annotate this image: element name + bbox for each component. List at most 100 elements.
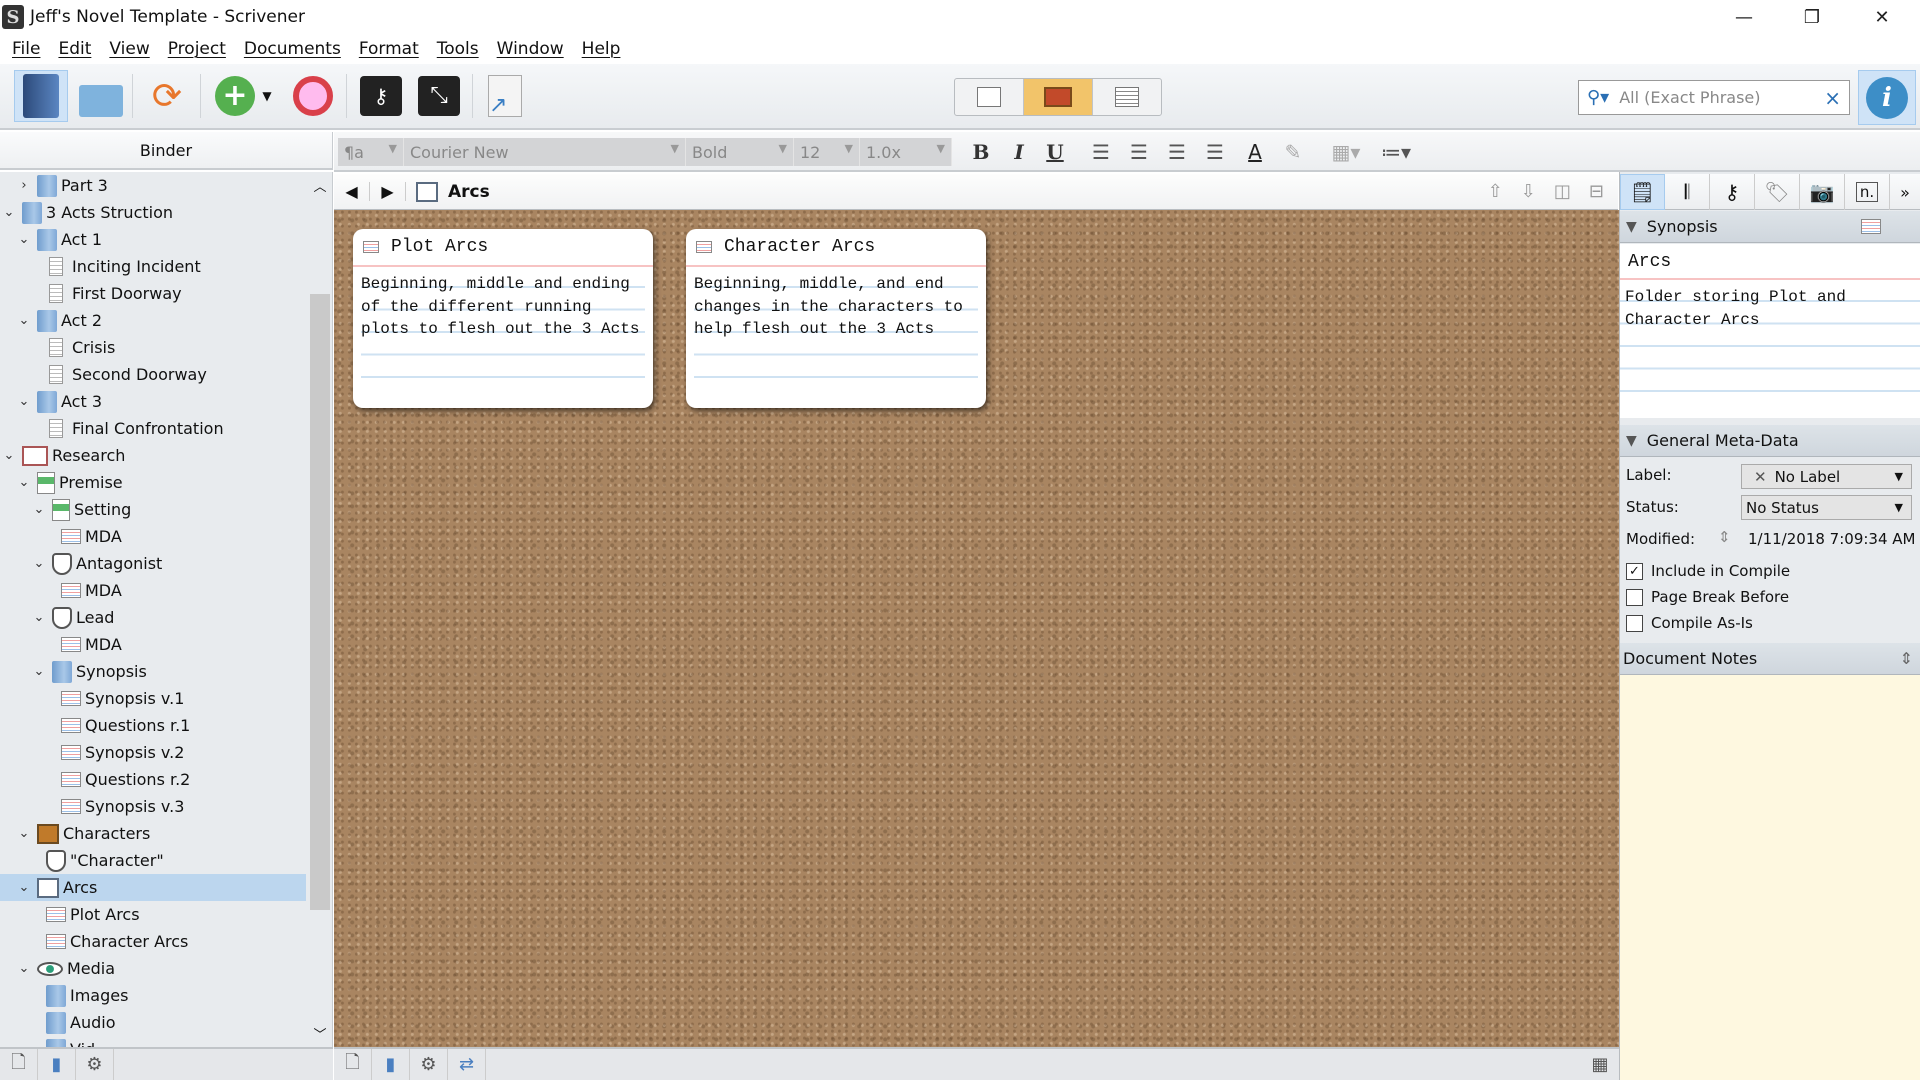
scroll-down-icon[interactable]: ﹀ [308, 1024, 332, 1043]
list-button[interactable]: ≔▾ [1374, 138, 1418, 166]
document-notes-editor[interactable] [1620, 675, 1920, 1080]
menu-help[interactable]: Help [576, 39, 633, 59]
index-card[interactable]: Plot Arcs Beginning, middle and ending o… [353, 229, 653, 408]
synopsis-text[interactable]: Folder storing Plot and Character Arcs [1620, 280, 1920, 410]
general-metadata-header[interactable]: ▼ General Meta-Data [1620, 425, 1920, 457]
binder-item[interactable]: Crisis [0, 334, 306, 361]
composition-mode-button[interactable]: ⤡ [412, 70, 466, 122]
binder-item[interactable]: Vid [0, 1036, 306, 1047]
add-document-button[interactable]: 🗋 [0, 1049, 38, 1080]
comments-tab[interactable]: n. [1845, 174, 1890, 210]
binder-item[interactable]: › Part 3 [0, 172, 306, 199]
restore-button[interactable]: ❐ [1778, 0, 1846, 34]
binder-item[interactable]: ⌄ Act 2 [0, 307, 306, 334]
notes-tab[interactable]: 🗒 [1620, 174, 1665, 210]
font-weight-select[interactable]: Bold ▼ [686, 138, 794, 166]
binder-item[interactable]: ⌄ Lead [0, 604, 306, 631]
binder-item[interactable]: ⌄ Premise [0, 469, 306, 496]
binder-item[interactable]: Audio [0, 1009, 306, 1036]
references-tab[interactable]: 𝄃 [1665, 174, 1710, 210]
checkbox-row[interactable]: Compile As-Is [1626, 614, 1753, 632]
card-icon[interactable] [1861, 219, 1881, 234]
checkbox[interactable]: ✓ [1626, 562, 1643, 580]
highlight-button[interactable]: ✎ [1276, 138, 1310, 166]
settings-button[interactable]: ⚙ [76, 1049, 114, 1080]
text-color-button[interactable]: A [1238, 138, 1272, 166]
align-right-button[interactable]: ☰ [1198, 138, 1232, 166]
compile-button[interactable]: ↗ [478, 70, 532, 122]
binder-item[interactable]: Synopsis v.2 [0, 739, 306, 766]
binder-item[interactable]: ⌄ Act 3 [0, 388, 306, 415]
add-folder-button[interactable]: ▮ [38, 1049, 76, 1080]
chevron-down-icon[interactable]: ⌄ [17, 961, 31, 976]
split-vertical-icon[interactable]: ◫ [1554, 181, 1571, 202]
synopsis-card[interactable]: Arcs Folder storing Plot and Character A… [1620, 244, 1920, 418]
binder-item[interactable]: MDA [0, 577, 306, 604]
binder-item[interactable]: Plot Arcs [0, 901, 306, 928]
up-arrow-icon[interactable]: ⇧ [1488, 181, 1503, 202]
chevron-down-icon[interactable]: ⌄ [32, 502, 46, 517]
binder-item[interactable]: ⌄ Arcs [0, 874, 306, 901]
chevron-down-icon[interactable]: ⌄ [32, 610, 46, 625]
chevron-down-icon[interactable]: ⌄ [2, 448, 16, 463]
index-card[interactable]: Character Arcs Beginning, middle, and en… [686, 229, 986, 408]
menu-edit[interactable]: Edit [52, 39, 103, 59]
snapshots-tab[interactable]: 📷 [1800, 174, 1845, 210]
italic-button[interactable]: I [1002, 138, 1036, 166]
checkbox[interactable] [1626, 614, 1643, 632]
binder-item[interactable]: MDA [0, 523, 306, 550]
scrivenings-view-button[interactable] [955, 79, 1024, 115]
line-spacing-select[interactable]: 1.0x ▼ [860, 138, 952, 166]
close-button[interactable]: ✕ [1848, 0, 1916, 34]
binder-item[interactable]: Questions r.2 [0, 766, 306, 793]
clear-search-icon[interactable]: × [1824, 86, 1841, 110]
checkbox-row[interactable]: ✓ Include in Compile [1626, 562, 1790, 580]
down-arrow-icon[interactable]: ⇩ [1521, 181, 1536, 202]
binder-item[interactable]: Inciting Incident [0, 253, 306, 280]
justify-button[interactable]: ☰ [1160, 138, 1194, 166]
binder-item[interactable]: Character Arcs [0, 928, 306, 955]
binder-item[interactable]: ⌄ Research [0, 442, 306, 469]
align-center-button[interactable]: ☰ [1122, 138, 1156, 166]
binder-item[interactable]: Synopsis v.3 [0, 793, 306, 820]
binder-item[interactable]: "Character" [0, 847, 306, 874]
chevron-down-icon[interactable]: ⌄ [17, 394, 31, 409]
add-folder-button[interactable]: ▮ [372, 1049, 410, 1080]
binder-item[interactable]: Synopsis v.1 [0, 685, 306, 712]
menu-view[interactable]: View [103, 39, 161, 59]
document-notes-header[interactable]: Document Notes ⇕ [1620, 643, 1920, 675]
menu-documents[interactable]: Documents [238, 39, 353, 59]
binder-item[interactable]: ⌄ Act 1 [0, 226, 306, 253]
chevron-right-icon[interactable]: › [17, 178, 31, 193]
binder-item[interactable]: ⌄ Antagonist [0, 550, 306, 577]
back-button[interactable]: ◀ [334, 182, 370, 201]
chevron-down-icon[interactable]: ⌄ [2, 205, 16, 220]
chevron-down-icon[interactable]: ⌄ [17, 313, 31, 328]
swap-button[interactable]: ⇄ [448, 1049, 486, 1080]
collections-button[interactable] [74, 70, 128, 122]
sync-button[interactable]: ⟳ [140, 70, 194, 122]
sort-arrows-icon[interactable]: ⇕ [1718, 528, 1731, 546]
binder-item[interactable]: ⌄ 3 Acts Struction [0, 199, 306, 226]
menu-format[interactable]: Format [353, 39, 431, 59]
chevron-down-icon[interactable]: ⌄ [32, 664, 46, 679]
font-family-select[interactable]: Courier New ▼ [404, 138, 686, 166]
font-size-select[interactable]: 12 ▼ [794, 138, 860, 166]
checkbox[interactable] [1626, 588, 1643, 606]
binder-item[interactable]: Final Confrontation [0, 415, 306, 442]
binder-item[interactable]: ⌄ Synopsis [0, 658, 306, 685]
menu-project[interactable]: Project [162, 39, 238, 59]
chevron-down-icon[interactable]: ⌄ [17, 475, 31, 490]
scroll-up-icon[interactable]: ︿ [308, 176, 332, 195]
forward-button[interactable]: ▶ [370, 182, 406, 201]
synopsis-header[interactable]: ▼ Synopsis [1620, 211, 1920, 243]
add-dropdown[interactable]: ▼ [258, 70, 276, 122]
menu-tools[interactable]: Tools [431, 39, 491, 59]
binder-item[interactable]: Images [0, 982, 306, 1009]
bold-button[interactable]: B [964, 138, 998, 166]
editor-title[interactable]: Arcs [448, 182, 490, 202]
inspector-toggle-button[interactable]: i [1858, 70, 1916, 125]
binder-item[interactable]: ⌄ Setting [0, 496, 306, 523]
delete-button[interactable] [286, 70, 340, 122]
binder-scroll-thumb[interactable] [310, 294, 330, 910]
